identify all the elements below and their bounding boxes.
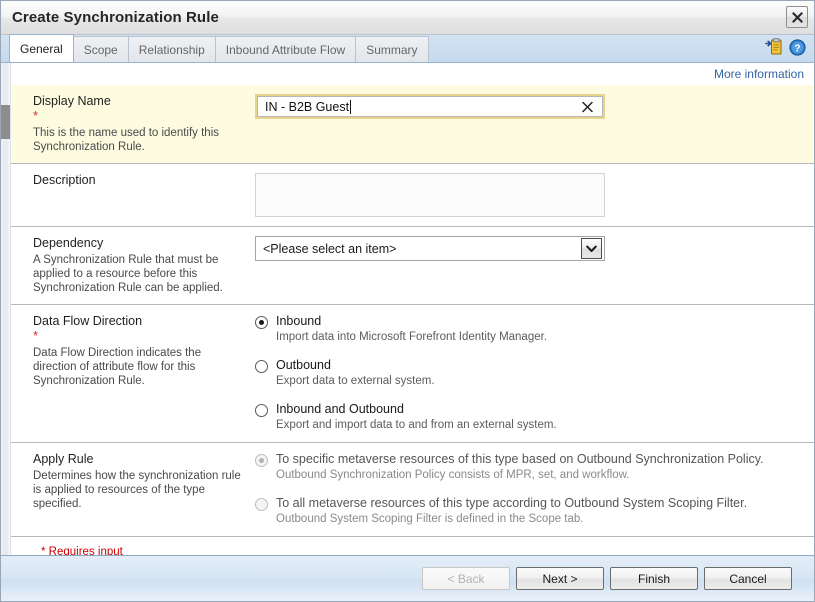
add-to-clipboard-icon[interactable]: [765, 38, 782, 56]
radio-option-inbound[interactable]: Inbound Import data into Microsoft Foref…: [255, 314, 800, 345]
form-content: More information Display Name * This is …: [11, 63, 814, 555]
dependency-field-group: <Please select an item>: [255, 236, 800, 295]
radio-outbound-indicator[interactable]: [255, 360, 268, 373]
radio-option-outbound[interactable]: Outbound Export data to external system.: [255, 358, 800, 389]
radio-specific-metaverse-resources-indicator: [255, 454, 268, 467]
description-label-group: Description: [33, 173, 255, 217]
radio-all-metaverse-resources-description: Outbound System Scoping Filter is define…: [276, 513, 584, 525]
radio-outbound-label: Outbound: [276, 358, 331, 372]
display-name-title: Display Name: [33, 94, 111, 108]
dependency-help-text: A Synchronization Rule that must be appl…: [33, 254, 223, 294]
apply-rule-options: To specific metaverse resources of this …: [255, 452, 800, 527]
display-name-required-marker: *: [33, 108, 39, 123]
radio-specific-metaverse-resources-label: To specific metaverse resources of this …: [276, 452, 764, 466]
dependency-select[interactable]: <Please select an item>: [255, 236, 605, 261]
display-name-value: IN - B2B Guest: [265, 99, 350, 114]
section-apply-rule: Apply Rule Determines how the synchroniz…: [11, 443, 814, 537]
dialog-footer: < Back Next > Finish Cancel: [1, 555, 814, 601]
apply-rule-label-group: Apply Rule Determines how the synchroniz…: [33, 452, 255, 527]
radio-specific-metaverse-resources-description: Outbound Synchronization Policy consists…: [276, 469, 630, 481]
svg-text:?: ?: [794, 42, 800, 54]
tab-summary[interactable]: Summary: [355, 36, 429, 62]
description-textarea[interactable]: [255, 173, 605, 217]
description-title: Description: [33, 173, 96, 187]
apply-rule-help-text: Determines how the synchronization rule …: [33, 470, 241, 510]
radio-inbound-and-outbound-description: Export and import data to and from an ex…: [276, 419, 557, 431]
section-data-flow-direction: Data Flow Direction * Data Flow Directio…: [11, 305, 814, 443]
more-information-link[interactable]: More information: [714, 67, 804, 81]
title-bar: Create Synchronization Rule: [1, 1, 814, 35]
clear-display-name-button[interactable]: [582, 101, 593, 112]
description-field-group: [255, 173, 800, 217]
tab-relationship[interactable]: Relationship: [127, 36, 216, 62]
dialog-window: Create Synchronization Rule General Scop…: [0, 0, 815, 602]
back-button[interactable]: < Back: [422, 567, 510, 590]
radio-all-metaverse-resources-label: To all metaverse resources of this type …: [276, 496, 748, 510]
radio-inbound-and-outbound-label: Inbound and Outbound: [276, 402, 404, 416]
radio-option-inbound-and-outbound[interactable]: Inbound and Outbound Export and import d…: [255, 402, 800, 433]
radio-option-all-metaverse-resources: To all metaverse resources of this type …: [255, 496, 800, 527]
display-name-field-group: IN - B2B Guest: [255, 94, 800, 154]
more-information-row: More information: [11, 63, 814, 85]
help-icon[interactable]: ?: [789, 38, 806, 56]
radio-inbound-label: Inbound: [276, 314, 322, 328]
section-description: Description: [11, 164, 814, 227]
data-flow-direction-help-text: Data Flow Direction indicates the direct…: [33, 347, 202, 387]
dependency-title: Dependency: [33, 236, 104, 250]
chevron-down-icon: [586, 245, 597, 252]
apply-rule-title: Apply Rule: [33, 452, 94, 466]
dialog-body: More information Display Name * This is …: [1, 63, 814, 555]
data-flow-direction-options: Inbound Import data into Microsoft Foref…: [255, 314, 800, 433]
radio-inbound-indicator[interactable]: [255, 316, 268, 329]
data-flow-direction-title: Data Flow Direction: [33, 314, 143, 328]
window-title: Create Synchronization Rule: [12, 9, 219, 26]
radio-option-specific-metaverse-resources: To specific metaverse resources of this …: [255, 452, 800, 483]
data-flow-direction-label-group: Data Flow Direction * Data Flow Directio…: [33, 314, 255, 433]
display-name-label-group: Display Name * This is the name used to …: [33, 94, 255, 154]
dependency-label-group: Dependency A Synchronization Rule that m…: [33, 236, 255, 295]
display-name-input[interactable]: IN - B2B Guest: [257, 96, 603, 117]
tab-inbound-attribute-flow[interactable]: Inbound Attribute Flow: [214, 36, 357, 62]
next-button[interactable]: Next >: [516, 567, 604, 590]
section-display-name: Display Name * This is the name used to …: [11, 85, 814, 164]
display-name-help-text: This is the name used to identify this S…: [33, 127, 220, 153]
radio-outbound-description: Export data to external system.: [276, 375, 435, 387]
tab-scope[interactable]: Scope: [72, 36, 129, 62]
tab-general[interactable]: General: [9, 34, 74, 62]
close-button[interactable]: [786, 6, 808, 28]
text-caret: [350, 99, 352, 114]
tab-strip-actions: ?: [765, 38, 806, 56]
data-flow-direction-required-marker: *: [33, 328, 39, 343]
finish-button[interactable]: Finish: [610, 567, 698, 590]
display-name-input-wrapper: IN - B2B Guest: [255, 94, 605, 119]
requires-input-note: * Requires input: [41, 546, 123, 555]
dependency-selected-value: <Please select an item>: [263, 241, 397, 256]
scrollbar-thumb[interactable]: [1, 105, 10, 139]
tab-strip: General Scope Relationship Inbound Attri…: [1, 34, 814, 63]
dependency-dropdown-button[interactable]: [581, 238, 602, 259]
radio-all-metaverse-resources-indicator: [255, 498, 268, 511]
close-icon: [791, 11, 803, 23]
radio-inbound-and-outbound-indicator[interactable]: [255, 404, 268, 417]
radio-inbound-description: Import data into Microsoft Forefront Ide…: [276, 331, 548, 343]
section-dependency: Dependency A Synchronization Rule that m…: [11, 227, 814, 305]
clear-icon: [582, 101, 593, 112]
vertical-scrollbar[interactable]: [1, 63, 11, 555]
cancel-button[interactable]: Cancel: [704, 567, 792, 590]
